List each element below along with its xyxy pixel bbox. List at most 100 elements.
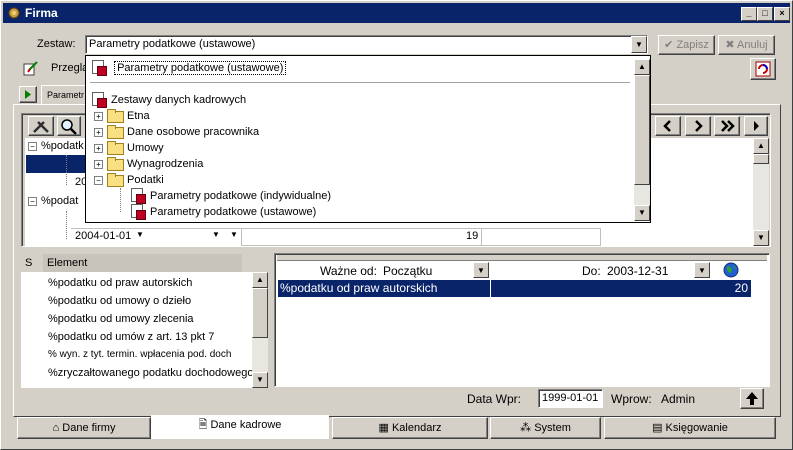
folder-label: Umowy (127, 142, 164, 154)
expand-icon[interactable]: + (94, 144, 103, 153)
col-s-label: S (25, 257, 33, 269)
dropdown-folder-wynagrodzenia[interactable]: + Wynagrodzenia (94, 156, 203, 172)
scroll-thumb[interactable] (634, 75, 650, 185)
chevron-down-icon[interactable]: ▼ (212, 230, 220, 239)
chevron-down-icon[interactable]: ▼ (136, 230, 144, 239)
detail-row-selected[interactable]: %podatku od praw autorskich 20 (278, 280, 751, 297)
list-item[interactable]: %podatku od umów z art. 13 pkt 7 (48, 328, 214, 346)
tools-button[interactable] (28, 116, 54, 136)
document-icon (91, 60, 107, 76)
maximize-button[interactable]: □ (757, 7, 773, 21)
expand-icon[interactable]: + (94, 128, 103, 137)
data-wpr-field[interactable]: 1999-01-01 (538, 389, 603, 408)
tab-parametry[interactable]: Parametr (41, 85, 91, 105)
play-button[interactable] (19, 86, 37, 103)
nav-fast-forward-button[interactable] (714, 116, 740, 136)
zestaw-combobox[interactable]: Parametry podatkowe (ustawowe) ▼ (85, 35, 648, 54)
scroll-thumb[interactable] (753, 154, 769, 164)
collapse-icon[interactable]: − (28, 142, 37, 151)
col-header-element[interactable]: Element (43, 254, 242, 272)
zestaw-dropdown: Parametry podatkowe (ustawowe) Zestawy d… (85, 55, 651, 223)
collapse-icon[interactable]: − (28, 197, 37, 206)
tab-system[interactable]: ⁂ System (490, 417, 601, 439)
cancel-label: Anuluj (737, 39, 768, 51)
dropdown-root-label: Zestawy danych kadrowych (111, 94, 247, 106)
wprow-value: Admin (661, 392, 696, 406)
refresh-button[interactable] (750, 58, 776, 80)
grid-row-selected[interactable] (26, 155, 86, 173)
cancel-button[interactable]: ✖ Anuluj (718, 35, 775, 55)
tab-kalendarz[interactable]: ▦ Kalendarz (332, 417, 488, 439)
list-item[interactable]: %zryczałtowanego podatku dochodowego (48, 364, 253, 382)
folder-label: Etna (127, 110, 150, 122)
grid-row-2[interactable]: − %podat (28, 193, 78, 209)
value-cell[interactable]: 19 (241, 228, 601, 246)
do-label: Do: (582, 264, 601, 278)
dropdown-folder-etna[interactable]: + Etna (94, 108, 150, 124)
date-cell[interactable]: 2004-01-01 (75, 230, 131, 242)
tab-dane-firmy[interactable]: ⌂ Dane firmy (17, 417, 151, 439)
search-button[interactable] (57, 116, 81, 136)
chevron-down-icon[interactable]: ▼ (473, 262, 489, 278)
list-scrollbar[interactable]: ▲ ▼ (252, 272, 268, 388)
grid-scrollbar[interactable]: ▲ ▼ (753, 138, 769, 246)
list-item[interactable]: %podatku od praw autorskich (48, 274, 192, 292)
house-icon: ⌂ (52, 422, 60, 434)
expand-icon[interactable]: + (94, 160, 103, 169)
chevron-down-icon[interactable]: ▼ (631, 36, 647, 53)
nav-next-button[interactable] (685, 116, 711, 136)
do-value: 2003-12-31 (607, 264, 669, 278)
tab-label: Kalendarz (391, 422, 442, 434)
minimize-button[interactable]: _ (741, 7, 757, 21)
chevron-down-icon[interactable]: ▼ (694, 262, 710, 278)
play-right-icon (754, 121, 759, 131)
tab-label: Dane kadrowe (210, 419, 282, 431)
nav-prev-button[interactable] (655, 116, 681, 136)
scroll-up-icon[interactable]: ▲ (753, 138, 769, 154)
przeglad-label[interactable]: Przeglą (51, 62, 88, 74)
nav-last-button[interactable] (744, 116, 768, 136)
chevron-right-icon (695, 120, 703, 132)
title-bar[interactable]: Firma _ □ × (3, 3, 790, 23)
scroll-up-icon[interactable]: ▲ (252, 272, 268, 288)
dropdown-folder-dane-osobowe[interactable]: + Dane osobowe pracownika (94, 124, 259, 140)
scroll-down-icon[interactable]: ▼ (634, 205, 650, 221)
edit-icon[interactable] (23, 60, 39, 76)
wazne-od-value: Początku (383, 264, 433, 278)
detail-row-divider (490, 280, 491, 297)
dropdown-item-ustawowe[interactable]: Parametry podatkowe (ustawowe) (130, 204, 316, 220)
scroll-thumb[interactable] (252, 288, 268, 338)
dropdown-folder-podatki[interactable]: − Podatki (94, 172, 164, 188)
tab-dane-kadrowe[interactable]: 🗎 Dane kadrowe (151, 415, 329, 439)
dropdown-item-indywidualne[interactable]: Parametry podatkowe (indywidualne) (130, 188, 331, 204)
list-item[interactable]: %podatku od umowy o dzieło (48, 292, 191, 310)
document-icon: 🗎 (198, 419, 208, 431)
dropdown-selected-row[interactable]: Parametry podatkowe (ustawowe) (91, 60, 287, 76)
close-button[interactable]: × (774, 7, 790, 21)
col-header-s[interactable]: S (21, 254, 43, 272)
save-button[interactable]: ✔ Zapisz (658, 35, 715, 55)
scroll-down-icon[interactable]: ▼ (753, 230, 769, 246)
folder-icon (107, 125, 124, 139)
dropdown-folder-umowy[interactable]: + Umowy (94, 140, 164, 156)
do-combobox[interactable]: 2003-12-31 ▼ (607, 262, 711, 279)
dropdown-root-item[interactable]: Zestawy danych kadrowych (91, 92, 246, 108)
tab-ksiegowanie[interactable]: ▤ Księgowanie (604, 417, 776, 439)
list-item[interactable]: % wyn. z tyt. termin. wpłacenia pod. doc… (48, 346, 231, 364)
chevron-down-icon[interactable]: ▼ (230, 230, 238, 239)
collapse-icon[interactable]: − (94, 176, 103, 185)
globe-icon[interactable] (723, 262, 739, 278)
wazne-od-combobox[interactable]: Początku ▼ (383, 262, 490, 279)
folder-label: Wynagrodzenia (127, 158, 204, 170)
dropdown-scrollbar[interactable]: ▲ ▼ (634, 59, 650, 221)
window-title: Firma (25, 6, 58, 20)
network-icon: ⁂ (520, 422, 532, 434)
dropdown-divider (90, 82, 630, 83)
scroll-down-icon[interactable]: ▼ (252, 372, 268, 388)
expand-icon[interactable]: + (94, 112, 103, 121)
list-item[interactable]: %podatku od umowy zlecenia (48, 310, 194, 328)
up-button[interactable] (740, 388, 764, 409)
grid-row-1[interactable]: − %podatk (28, 138, 84, 154)
scroll-up-icon[interactable]: ▲ (634, 59, 650, 75)
main-window: Firma _ □ × Zestaw: Parametry podatkowe … (0, 0, 793, 450)
